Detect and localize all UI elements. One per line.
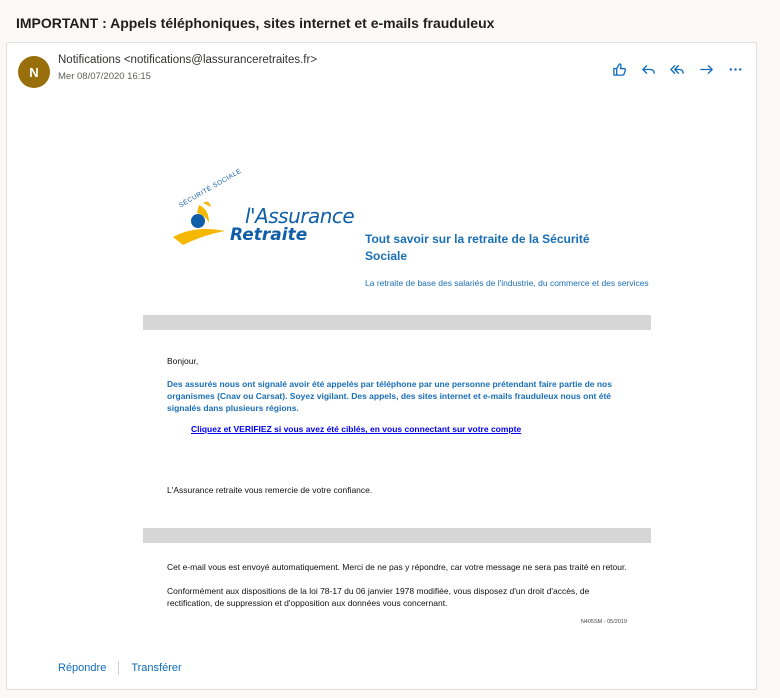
- footer-divider: [143, 528, 651, 543]
- thanks-text: L'Assurance retraite vous remercie de vo…: [167, 485, 373, 495]
- reply-icon[interactable]: [640, 61, 657, 78]
- tagline-subtitle: La retraite de base des salariés de l'in…: [365, 278, 649, 288]
- message-card: N Notifications <notifications@lassuranc…: [6, 42, 757, 690]
- more-icon[interactable]: [727, 61, 744, 78]
- greeting: Bonjour,: [167, 356, 199, 366]
- reply-all-icon[interactable]: [669, 61, 686, 78]
- forward-button[interactable]: Transférer: [131, 662, 181, 674]
- verify-link[interactable]: Cliquez et VERIFIEZ si vous avez été cib…: [191, 424, 521, 434]
- tagline-title: Tout savoir sur la retraite de la Sécuri…: [365, 232, 590, 263]
- header-divider: [143, 315, 651, 330]
- reply-separator: [118, 661, 120, 675]
- email-subject: IMPORTANT : Appels téléphoniques, sites …: [16, 15, 495, 31]
- logo-line2: Retraite: [230, 225, 308, 245]
- logo-emblem-icon: [173, 201, 225, 245]
- footer-legal: Conformément aux dispositions de la loi …: [167, 586, 590, 608]
- forward-icon[interactable]: [698, 61, 715, 78]
- reference-code: N405SM - 05/2019: [580, 619, 627, 625]
- message-date: Mer 08/07/2020 16:15: [58, 71, 151, 82]
- sender-avatar[interactable]: N: [18, 56, 50, 88]
- alert-paragraph: Des assurés nous ont signalé avoir été a…: [167, 379, 612, 413]
- reply-button[interactable]: Répondre: [58, 662, 106, 674]
- sender-name[interactable]: Notifications <notifications@lassurancer…: [58, 54, 317, 66]
- footer-notice: Cet e-mail vous est envoyé automatiqueme…: [167, 562, 627, 572]
- like-icon[interactable]: [611, 61, 628, 78]
- assurance-retraite-logo: SÉCURITÉ SOCIALE l'Assurance Retraite: [165, 168, 355, 249]
- reply-bar: Répondre Transférer: [58, 661, 182, 675]
- message-actions: [611, 61, 744, 78]
